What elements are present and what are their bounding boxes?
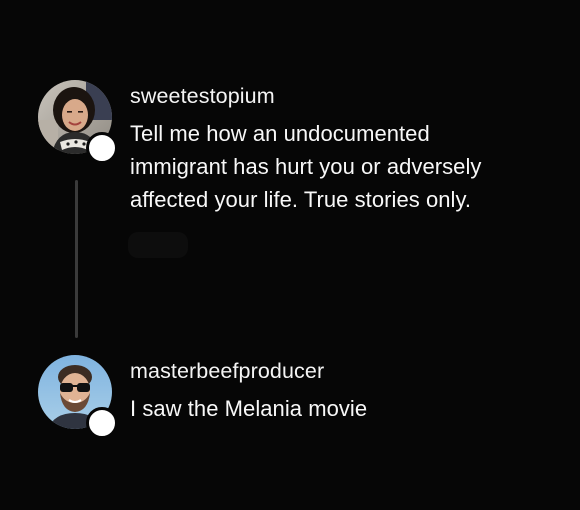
follow-badge-icon[interactable]	[86, 132, 118, 164]
post-text: Tell me how an undocumented immigrant ha…	[130, 117, 560, 216]
post-text-line: immigrant has hurt you or adversely	[130, 154, 482, 179]
post-text-line: Tell me how an undocumented	[130, 121, 430, 146]
post-username[interactable]: sweetestopium	[130, 82, 560, 110]
follow-badge-icon[interactable]	[86, 407, 118, 439]
avatar-sweetestopium[interactable]	[38, 80, 118, 164]
thread-connector-line	[75, 180, 78, 338]
post-text-line: affected your life. True stories only.	[130, 187, 472, 212]
blurred-artifact	[128, 232, 188, 258]
post-text-line: I saw the Melania movie	[130, 396, 368, 421]
post-username[interactable]: masterbeefproducer	[130, 357, 560, 385]
avatar-masterbeefproducer[interactable]	[38, 355, 118, 439]
post-content: masterbeefproducer I saw the Melania mov…	[130, 357, 560, 425]
post-text: I saw the Melania movie	[130, 392, 560, 425]
thread-view: sweetestopium Tell me how an undocumente…	[0, 0, 580, 510]
post-content: sweetestopium Tell me how an undocumente…	[130, 82, 560, 216]
